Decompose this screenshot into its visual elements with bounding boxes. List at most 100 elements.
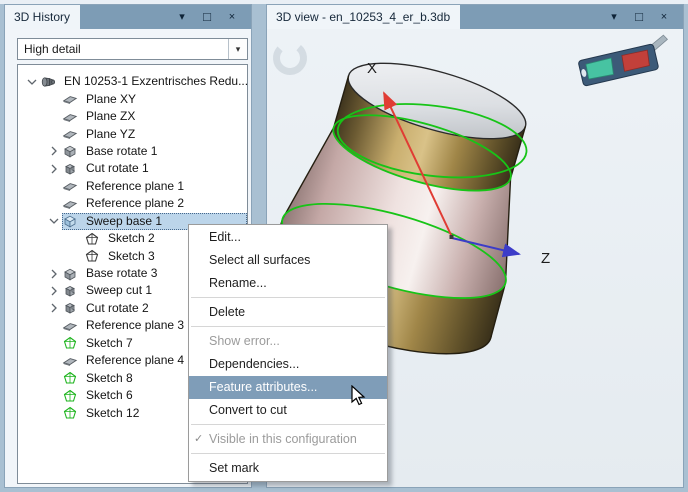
tree-item-body[interactable]: Base rotate 1: [62, 143, 247, 160]
sketch-icon: [84, 231, 100, 247]
view-panel-titlebar: 3D view - en_10253_4_er_b.3db ▾ □ ×: [267, 5, 683, 29]
tree-item-label: Reference plane 4: [86, 353, 185, 368]
close-icon[interactable]: ×: [226, 5, 238, 29]
tree-item-base-rotate-1[interactable]: Base rotate 1: [18, 143, 247, 160]
tree-item-reference-plane-2[interactable]: Reference plane 2: [18, 195, 247, 212]
menu-item-label: Rename...: [209, 276, 267, 290]
plane-icon: [62, 109, 78, 125]
plane-icon: [62, 196, 78, 212]
menu-item-label: Feature attributes...: [209, 380, 318, 394]
plane-icon: [62, 178, 78, 194]
tree-item-body[interactable]: Reference plane 1: [62, 178, 247, 195]
maximize-icon[interactable]: □: [633, 5, 645, 29]
tree-item-body[interactable]: EN 10253-1 Exzentrisches Redu...: [40, 73, 248, 90]
maximize-icon[interactable]: □: [201, 5, 213, 29]
tree-item-plane-yz[interactable]: Plane YZ: [18, 125, 247, 142]
menu-item-label: Edit...: [209, 230, 241, 244]
tree-item-label: Reference plane 1: [86, 178, 185, 193]
sketch-icon: [84, 248, 100, 264]
sketch-icon: [62, 405, 78, 421]
close-icon[interactable]: ×: [658, 5, 670, 29]
chevron-down-icon[interactable]: [24, 74, 40, 90]
menu-item-label: Visible in this configuration: [209, 432, 357, 446]
tree-item-plane-xy[interactable]: Plane XY: [18, 90, 247, 107]
plane-icon: [62, 353, 78, 369]
menu-item-select-all-surfaces[interactable]: Select all surfaces: [189, 249, 387, 272]
chevron-right-icon[interactable]: [46, 300, 62, 316]
cut-icon: [62, 161, 78, 177]
titlebar-filler: [460, 5, 608, 29]
view-panel-title[interactable]: 3D view - en_10253_4_er_b.3db: [267, 5, 461, 29]
menu-item-delete[interactable]: Delete: [189, 301, 387, 324]
tree-item-label: Plane ZX: [86, 109, 136, 124]
tree-item-label: Sketch 12: [86, 405, 140, 420]
chevron-right-icon[interactable]: [46, 161, 62, 177]
tree-item-label: Base rotate 3: [86, 266, 158, 281]
menu-item-rename[interactable]: Rename...: [189, 272, 387, 295]
tree-item-body[interactable]: Reference plane 2: [62, 195, 247, 212]
origin-marker: [449, 235, 454, 239]
tree-item-label: Sweep base 1: [86, 213, 163, 228]
tree-item-label: Reference plane 2: [86, 196, 185, 211]
tree-item-en-10253-1-exzentrisches-redu[interactable]: EN 10253-1 Exzentrisches Redu...: [18, 73, 247, 90]
anaglyph-glasses-icon[interactable]: [577, 34, 674, 87]
sketch-icon: [62, 388, 78, 404]
menu-item-label: Set mark: [209, 461, 260, 475]
tree-item-label: Base rotate 1: [86, 143, 158, 158]
detail-dropdown-button[interactable]: ▾: [228, 39, 247, 59]
tree-item-label: Cut rotate 1: [86, 161, 149, 176]
detail-level-combobox[interactable]: High detail ▾: [17, 38, 248, 60]
menu-item-edit[interactable]: Edit...: [189, 226, 387, 249]
tree-item-label: Plane YZ: [86, 126, 136, 141]
tree-item-label: Sketch 6: [86, 388, 133, 403]
history-panel-title[interactable]: 3D History: [5, 5, 81, 29]
x-axis-label: X: [367, 60, 377, 77]
tree-item-body[interactable]: Plane YZ: [62, 126, 247, 143]
menu-item-label: Convert to cut: [209, 403, 287, 417]
panel-menu-icon[interactable]: ▾: [608, 5, 620, 29]
menu-item-label: Delete: [209, 305, 246, 319]
panel-menu-icon[interactable]: ▾: [176, 5, 188, 29]
menu-item-set-mark[interactable]: Set mark: [189, 457, 387, 480]
chevron-right-icon[interactable]: [46, 143, 62, 159]
tree-item-body[interactable]: Cut rotate 1: [62, 160, 247, 177]
tree-item-plane-zx[interactable]: Plane ZX: [18, 108, 247, 125]
detail-level-value: High detail: [24, 42, 81, 56]
menu-item-dependencies[interactable]: Dependencies...: [189, 353, 387, 376]
menu-item-show-error: Show error...: [189, 330, 387, 353]
checkmark-icon: ✓: [194, 433, 204, 445]
tree-item-reference-plane-1[interactable]: Reference plane 1: [18, 178, 247, 195]
sketch-icon: [62, 370, 78, 386]
sweep-icon: [62, 213, 78, 229]
plane-icon: [62, 126, 78, 142]
tree-item-body[interactable]: Plane XY: [62, 91, 247, 108]
chevron-right-icon[interactable]: [46, 266, 62, 282]
tree-item-body[interactable]: Plane ZX: [62, 108, 247, 125]
box-icon: [62, 266, 78, 282]
chevron-down-icon[interactable]: [46, 213, 62, 229]
menu-item-label: Show error...: [209, 334, 280, 348]
titlebar-filler: [80, 5, 176, 29]
tree-item-label: Reference plane 3: [86, 318, 185, 333]
tree-item-label: Plane XY: [86, 91, 137, 106]
tree-item-label: EN 10253-1 Exzentrisches Redu...: [64, 74, 248, 89]
chevron-right-icon[interactable]: [46, 283, 62, 299]
history-panel-titlebar: 3D History ▾ □ ×: [5, 5, 251, 29]
menu-item-visible-in-this-configuration: ✓ Visible in this configuration: [189, 428, 387, 451]
cut-icon: [62, 283, 78, 299]
part-icon: [40, 74, 56, 90]
tree-item-label: Sweep cut 1: [86, 283, 153, 298]
tree-item-cut-rotate-1[interactable]: Cut rotate 1: [18, 160, 247, 177]
